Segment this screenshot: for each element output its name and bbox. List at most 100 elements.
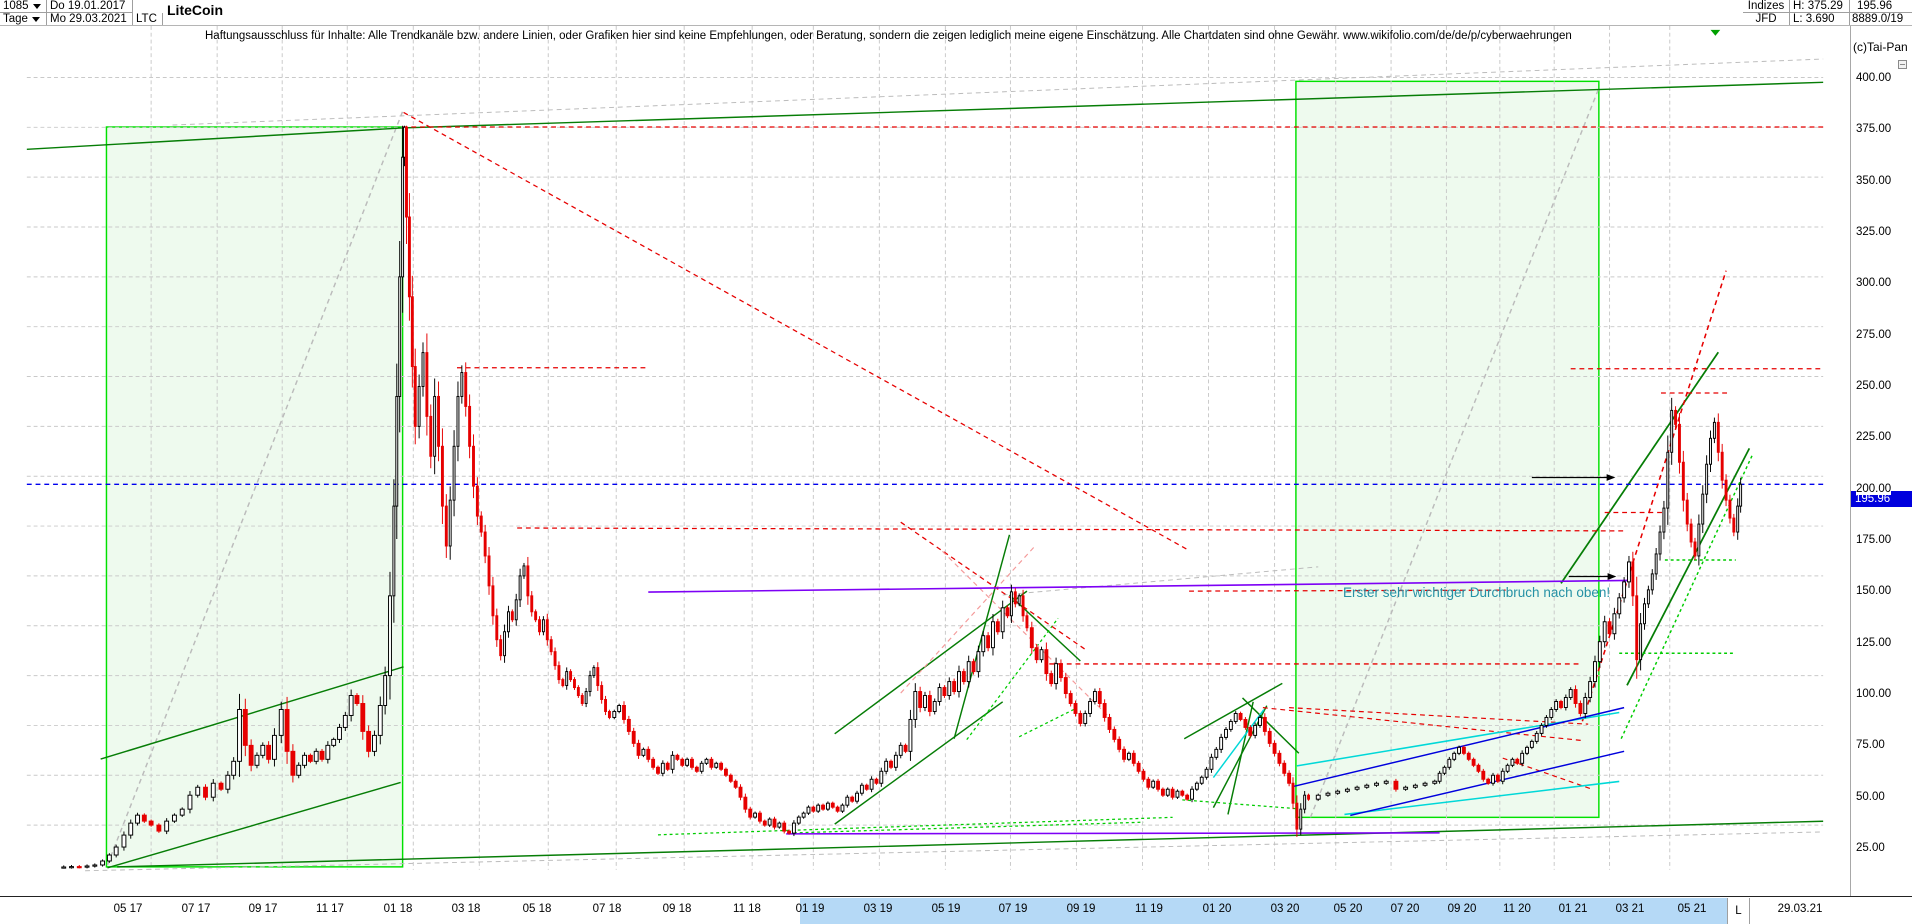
candle-body [388,595,392,677]
candle-body [372,734,377,752]
candle-body [1510,758,1515,766]
candle-body [908,718,913,752]
candle-body [479,515,483,533]
candle-body [565,671,569,687]
candle-body [927,695,932,712]
candle-body [660,762,665,774]
candle-body [957,671,961,693]
chart-canvas[interactable] [0,26,1850,896]
candle-body [417,386,421,427]
candle-body [452,445,456,501]
candle-body [845,796,850,806]
candle-body [1701,493,1705,525]
candle-body [1662,507,1666,533]
candle-body [429,415,433,457]
candle-body [401,156,405,278]
x-axis-label: 11 17 [316,903,344,915]
candle-body [1078,712,1083,724]
candle-body [816,804,821,812]
candle-body [1578,703,1583,714]
candle-body [1291,782,1295,804]
candle-body [1712,421,1716,439]
candle-body [830,802,835,808]
candle-body [487,555,491,587]
candle-body [1650,573,1654,591]
candle-body [1466,752,1471,760]
x-axis-label: 09 20 [1447,903,1477,915]
candle-body [1666,451,1670,509]
candle-body [242,708,248,746]
x-axis-label: 05 21 [1677,903,1707,915]
x-axis-label: 03 18 [451,903,481,915]
trend-line-light_green [1182,799,1296,810]
candle-body [864,784,869,790]
candle-body [538,619,541,633]
candle-body [1303,794,1307,810]
candle-body [557,665,561,681]
candle-body [541,619,545,633]
candle-body [1083,712,1088,724]
candle-body [1573,689,1578,704]
candle-body [483,531,487,557]
trend-line-trend_green [834,701,1004,825]
candle-body [1697,523,1701,557]
candle-body [1295,802,1299,830]
x-axis-label: 05 18 [522,903,552,915]
candle-body [187,794,193,810]
candle-body [724,768,728,776]
x-axis-label: 07 20 [1390,903,1420,915]
candle-body [1736,505,1740,533]
candle-body [1534,732,1539,742]
bars-count-dropdown[interactable]: 1085 [0,0,47,13]
candle-body [612,710,617,718]
breakout-annotation: Erster sehr wichtiger Durchbruch nach ob… [1343,585,1611,600]
candle-body [549,639,553,653]
candle-body [553,651,557,667]
y-axis-label: 350.00 [1856,174,1892,187]
candle-body [1102,703,1107,718]
candle-body [1253,724,1258,736]
candle-body [302,754,307,766]
candle-body [1529,740,1534,748]
candle-body [884,760,889,772]
x-axis-label: 11 18 [733,903,761,915]
candle-body [670,754,675,770]
candle-body [1481,770,1486,780]
y-axis-label: 175.00 [1856,533,1892,546]
collapse-icon[interactable] [1898,60,1907,69]
candle-body [592,667,596,677]
candle-body [278,708,284,736]
candle-body [893,754,898,768]
first-date-cell: Do 19.01.2017 [47,0,133,13]
candle-body [121,834,127,848]
candle-body [1233,712,1238,722]
candle-body [410,296,414,368]
bars-count-value: 1085 [3,0,29,12]
y-axis-label: 125.00 [1856,636,1892,649]
candle-body [651,758,656,768]
candle-body [1412,784,1418,788]
candle-body [383,675,388,706]
candle-body [782,822,787,832]
x-axis-label: 05 20 [1333,903,1363,915]
candle-body [569,671,573,681]
candle-body [1219,736,1224,750]
candle-body [1495,774,1500,782]
y-axis-label: 400.00 [1856,71,1892,84]
candle-body [437,395,440,447]
candle-body [1000,607,1005,633]
x-axis-label: 07 18 [592,903,622,915]
x-axis-label: 05 19 [931,903,961,915]
candle-body [787,830,792,834]
candle-body [1073,703,1078,714]
candle-body [464,372,468,407]
candle-body [709,758,714,768]
candle-body [1452,752,1457,760]
candle-body [1631,561,1635,597]
candle-body [1627,561,1631,583]
candle-body [947,681,952,697]
candle-body [395,395,399,507]
candle-body [1122,748,1126,760]
candle-body [1442,766,1447,774]
candle-body [1063,677,1068,695]
